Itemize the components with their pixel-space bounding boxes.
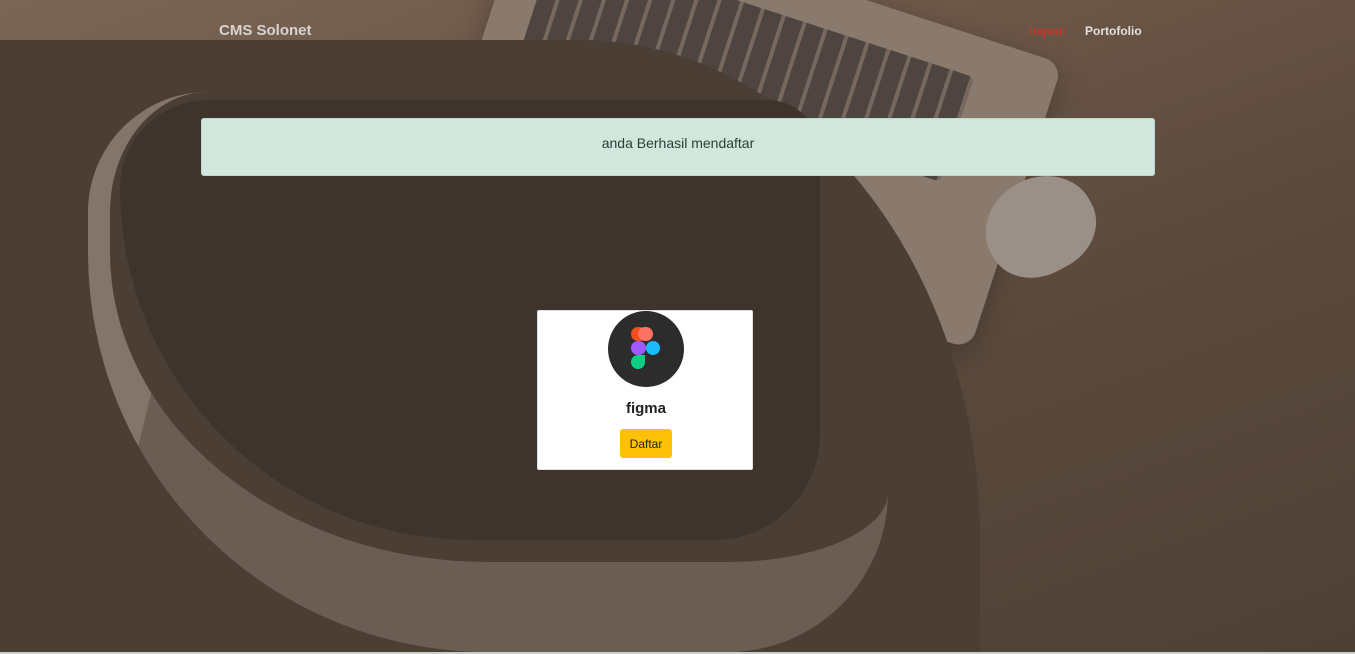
success-alert: anda Berhasil mendaftar xyxy=(201,118,1155,176)
brand-title[interactable]: CMS Solonet xyxy=(219,22,312,39)
figma-logo-icon xyxy=(608,311,684,387)
alert-message: anda Berhasil mendaftar xyxy=(601,135,755,151)
nav-link-portofolio[interactable]: Portofolio xyxy=(1085,24,1142,38)
card-title: figma xyxy=(625,400,666,417)
nav-link-logout[interactable]: logout xyxy=(1029,24,1066,38)
course-card: figma Daftar xyxy=(537,310,753,470)
daftar-button[interactable]: Daftar xyxy=(620,429,672,458)
